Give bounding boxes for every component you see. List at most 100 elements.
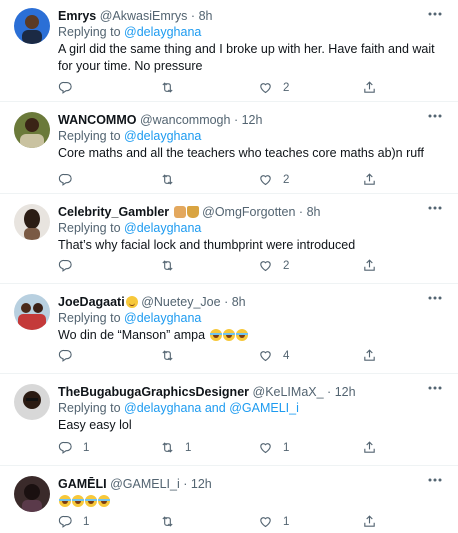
reply-button[interactable] [58,80,83,95]
timestamp[interactable]: 12h [191,477,212,491]
laughing-emoji [222,329,235,341]
share-icon [362,172,377,187]
share-button[interactable] [362,80,377,95]
like-count: 2 [283,259,290,272]
heart-icon [258,514,273,529]
tweet-text: That’s why facial lock and thumbprint we… [58,238,356,252]
tweet[interactable]: Celebrity_Gambler @OmgForgotten · 8h Rep… [0,194,458,284]
action-bar: 2 [58,172,388,188]
reply-button[interactable]: 1 [58,514,89,529]
separator: · [190,9,196,23]
share-button[interactable] [362,514,377,529]
reply-count: 1 [83,441,90,454]
replying-to: Replying to @delayghana and @GAMELI_i [58,400,448,416]
handle[interactable]: @GAMELI_i [110,477,180,491]
like-button[interactable]: 4 [258,348,289,363]
avatar[interactable] [14,204,50,240]
display-name[interactable]: Celebrity_Gambler [58,205,169,219]
share-button[interactable] [362,348,377,363]
avatar[interactable] [14,8,50,44]
tweet-header: Emrys @AkwasiEmrys · 8h [58,8,448,24]
display-name[interactable]: TheBugabugaGraphicsDesigner [58,385,249,399]
retweet-icon [160,348,175,363]
money-bag-emoji [186,206,199,218]
share-icon [362,514,377,529]
tweet-text: A girl did the same thing and I broke up… [58,42,435,73]
like-count: 2 [283,173,290,186]
like-count: 2 [283,81,290,94]
retweet-button[interactable] [160,172,185,187]
display-name[interactable]: WANCOMMO [58,113,136,127]
reply-button[interactable] [58,348,83,363]
retweet-icon [160,80,175,95]
replying-to: Replying to @delayghana [58,220,448,236]
like-button[interactable]: 2 [258,80,289,95]
avatar[interactable] [14,294,50,330]
tweet[interactable]: TheBugabugaGraphicsDesigner @KeLIMaX_ · … [0,374,458,466]
tweet-text: Core maths and all the teachers who teac… [58,146,424,160]
handle[interactable]: @Nuetey_Joe [141,295,220,309]
mention-link[interactable]: @delayghana [124,129,201,143]
separator: · [298,205,304,219]
share-button[interactable] [362,258,377,273]
display-name[interactable]: GAMĒLI [58,477,107,491]
display-name[interactable]: JoeDagaati [58,295,125,309]
laughing-emoji [209,329,222,341]
timestamp[interactable]: 12h [335,385,356,399]
like-button[interactable]: 2 [258,258,289,273]
tweet[interactable]: GAMĒLI @GAMELI_i · 12h 1 1 [0,466,458,533]
laughing-emoji [59,495,71,507]
laughing-emoji [72,495,84,507]
replying-conjunction: and [204,401,226,415]
mention-link[interactable]: @delayghana [124,221,201,235]
reply-button[interactable] [58,172,83,187]
tweet[interactable]: JoeDagaati @Nuetey_Joe · 8h Replying to … [0,284,458,374]
mention-link[interactable]: @GAMELI_i [229,401,299,415]
separator: · [233,113,239,127]
like-button[interactable]: 1 [258,440,289,455]
avatar[interactable] [14,112,50,148]
avatar[interactable] [14,476,50,512]
timestamp[interactable]: 8h [232,295,246,309]
tweet[interactable]: WANCOMMO @wancommogh · 12h Replying to @… [0,102,458,194]
handle[interactable]: @wancommogh [140,113,231,127]
share-button[interactable] [362,172,377,187]
replying-label: Replying to [58,311,121,325]
heart-icon [258,80,273,95]
action-bar: 2 [58,80,388,96]
handle[interactable]: @KeLIMaX_ [253,385,324,399]
replying-to: Replying to @delayghana [58,310,448,326]
mention-link[interactable]: @delayghana [124,311,201,325]
like-count: 1 [283,441,290,454]
retweet-button[interactable] [160,258,185,273]
timestamp[interactable]: 12h [242,113,263,127]
timestamp[interactable]: 8h [199,9,213,23]
mention-link[interactable]: @delayghana [124,25,201,39]
separator: · [183,477,188,491]
retweet-button[interactable] [160,348,185,363]
reply-button[interactable] [58,258,83,273]
tweet-text-body: Wo din de “Manson” ampa [58,328,206,342]
share-icon [362,258,377,273]
retweet-button[interactable]: 1 [160,440,191,455]
display-name[interactable]: Emrys [58,9,96,23]
retweet-button[interactable] [160,80,185,95]
action-bar: 4 [58,348,388,364]
heart-icon [258,258,273,273]
heart-icon [258,172,273,187]
like-button[interactable]: 2 [258,172,289,187]
reply-button[interactable]: 1 [58,440,89,455]
reply-icon [58,348,73,363]
share-button[interactable] [362,440,377,455]
raised-hands-emoji [173,206,186,218]
replying-to: Replying to @delayghana [58,24,448,40]
retweet-button[interactable] [160,514,185,529]
heart-icon [258,440,273,455]
tweet[interactable]: Emrys @AkwasiEmrys · 8h Replying to @del… [0,0,458,102]
handle[interactable]: @OmgForgotten [202,205,295,219]
mention-link[interactable]: @delayghana [124,401,201,415]
avatar[interactable] [14,384,50,420]
like-button[interactable]: 1 [258,514,289,529]
handle[interactable]: @AkwasiEmrys [100,9,188,23]
timestamp[interactable]: 8h [307,205,321,219]
